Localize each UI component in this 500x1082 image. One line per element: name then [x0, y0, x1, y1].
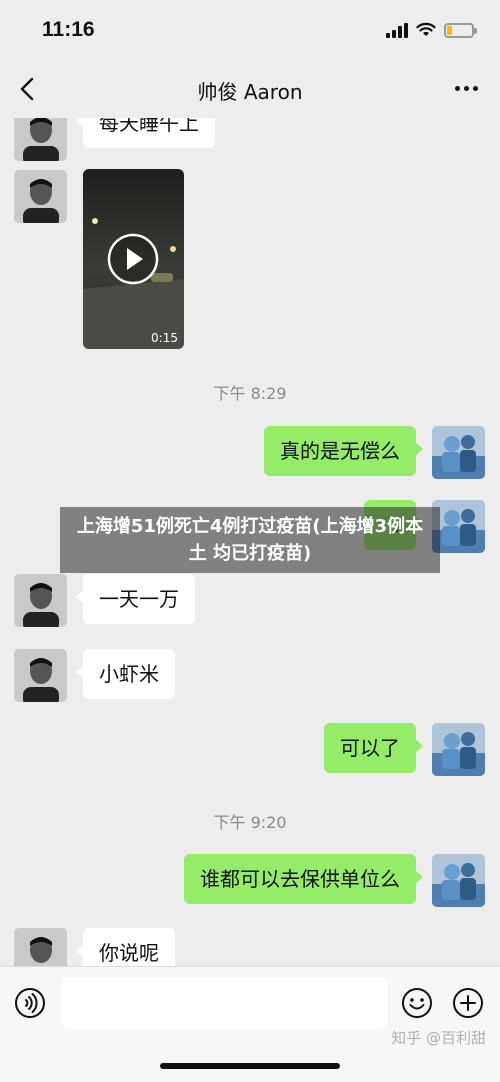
video-duration: 0:15: [151, 331, 178, 345]
user-avatar[interactable]: [432, 426, 485, 479]
battery-level: [447, 25, 453, 35]
message-bubble-incoming[interactable]: 你说呢: [76, 928, 175, 966]
signal-icon: [386, 22, 408, 38]
user-avatar[interactable]: [432, 854, 485, 907]
watermark: 知乎 @百利甜: [391, 1029, 486, 1047]
message-bubble-incoming[interactable]: 一天一万: [76, 574, 195, 624]
message-bubble-outgoing[interactable]: 谁都可以去保供单位么: [184, 854, 423, 904]
nav-bar: 帅俊 Aaron: [0, 62, 500, 118]
contact-avatar[interactable]: [14, 649, 67, 702]
status-icons: [386, 22, 477, 38]
play-icon[interactable]: [107, 233, 159, 285]
more-dots-icon[interactable]: [455, 86, 478, 91]
message-bubble-outgoing[interactable]: 可以了: [324, 723, 423, 773]
message-bubble-incoming[interactable]: 每天睡午上: [76, 118, 215, 148]
status-bar: 11:16: [0, 0, 500, 62]
emoji-icon[interactable]: [401, 987, 433, 1019]
input-bar: 知乎 @百利甜: [0, 966, 500, 1082]
voice-icon[interactable]: [14, 987, 46, 1019]
battery-icon: [444, 22, 477, 38]
video-message[interactable]: 0:15: [83, 169, 184, 349]
message-bubble-outgoing[interactable]: 真的是无偿么: [264, 426, 423, 476]
news-overlay-banner: 上海增51例死亡4例打过疫苗(上海增3例本土 均已打疫苗): [60, 507, 440, 573]
contact-avatar[interactable]: [14, 170, 67, 223]
plus-icon[interactable]: [452, 987, 484, 1019]
contact-avatar[interactable]: [14, 574, 67, 627]
timestamp: 下午 9:20: [213, 813, 287, 832]
message-bubble-incoming[interactable]: 小虾米: [76, 649, 175, 699]
status-time: 11:16: [42, 18, 95, 41]
message-input[interactable]: [62, 977, 387, 1029]
chat-title: 帅俊 Aaron: [197, 80, 303, 104]
user-avatar[interactable]: [432, 723, 485, 776]
timestamp: 下午 8:29: [213, 384, 287, 403]
news-overlay-text: 上海增51例死亡4例打过疫苗(上海增3例本土 均已打疫苗): [76, 516, 424, 564]
contact-avatar[interactable]: [14, 928, 67, 966]
wifi-icon: [416, 22, 436, 36]
home-indicator: [160, 1063, 340, 1069]
contact-avatar[interactable]: [14, 118, 67, 161]
